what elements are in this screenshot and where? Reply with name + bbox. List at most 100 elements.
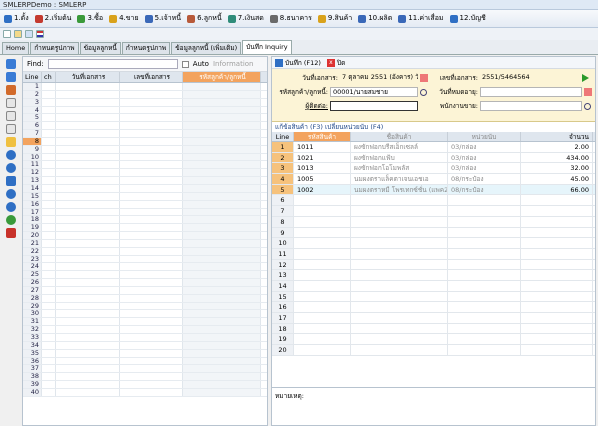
item-row[interactable]: 18: [272, 323, 595, 335]
item-row[interactable]: 14: [272, 280, 595, 292]
tab-4[interactable]: กำหนดรูปภาพ: [121, 42, 171, 54]
table-row[interactable]: 12: [23, 169, 267, 178]
item-row[interactable]: 19: [272, 334, 595, 346]
menu-item-5[interactable]: 5.เจ้าหนี้: [144, 13, 181, 24]
due-date-field[interactable]: [480, 87, 582, 97]
item-row[interactable]: 16: [272, 302, 595, 313]
table-row[interactable]: 33: [23, 333, 267, 342]
item-row[interactable]: 11: [272, 248, 595, 260]
item-row[interactable]: 13: [272, 270, 595, 281]
menu-item-6[interactable]: 6.ลูกหนี้: [187, 13, 222, 24]
menu-item-2[interactable]: 2.เริ่มต้น: [34, 13, 71, 24]
tab-3[interactable]: ข้อมูลลูกหนี้: [79, 42, 121, 54]
table-row[interactable]: 2: [23, 90, 267, 99]
table-row[interactable]: 38: [23, 373, 267, 382]
menu-item-7[interactable]: 7.เงินสด: [227, 13, 264, 24]
item-actions[interactable]: แก้ข้อสินค้า (F3) เปลี่ยนหน่วยนับ (F4): [272, 122, 595, 132]
col-doc-no[interactable]: เลขที่เอกสาร: [120, 72, 183, 82]
new-doc-icon[interactable]: [3, 30, 11, 38]
item-row[interactable]: 15: [272, 291, 595, 303]
menu-item-10[interactable]: 10.ผลิต: [358, 13, 392, 24]
table-row[interactable]: 9: [23, 145, 267, 154]
tab-5[interactable]: ข้อมูลลูกหนี้ (เพิ่มเติม): [171, 42, 242, 54]
forward-icon[interactable]: [6, 163, 16, 173]
doc-date-field[interactable]: 7 ตุลาคม 2551 (อังคาร) วันอ: [340, 73, 418, 83]
item-row[interactable]: 20: [272, 345, 595, 356]
save-button[interactable]: บันทึก (F12): [275, 58, 321, 68]
table-row[interactable]: 17: [23, 208, 267, 217]
table-row[interactable]: 36: [23, 357, 267, 366]
item-row[interactable]: 51002นมผงตราหมี โพรเทกซ์ชั่น (แพค2ขั้น)0…: [272, 184, 595, 196]
item-row[interactable]: 12: [272, 259, 595, 271]
col-item-unit[interactable]: หน่วยนับ: [448, 132, 521, 141]
salesperson-search-icon[interactable]: [584, 102, 591, 110]
item-row[interactable]: 10: [272, 238, 595, 249]
table-row[interactable]: 27: [23, 286, 267, 295]
check-icon[interactable]: [6, 215, 16, 225]
menu-item-8[interactable]: 8.ธนาคาร: [269, 13, 312, 24]
edit-icon[interactable]: [6, 137, 16, 147]
menu-item-11[interactable]: 11.ค่าเสื่อม: [398, 13, 444, 24]
col-line[interactable]: Line: [23, 72, 42, 82]
table-row[interactable]: 25: [23, 271, 267, 280]
col-item-name[interactable]: ชื่อสินค้า: [351, 132, 448, 141]
item-row[interactable]: 3 1013 ผงซักฟอกโอโมพลัส 03/กล่อง 32.00: [272, 163, 595, 175]
tab-6[interactable]: บันทึก Inquiry: [242, 40, 292, 54]
menu-item-9[interactable]: 9.สินค้า: [317, 13, 352, 24]
item-row[interactable]: 8: [272, 216, 595, 228]
table-row[interactable]: 29: [23, 302, 267, 311]
table-row[interactable]: 40: [23, 388, 267, 397]
table-row[interactable]: 22: [23, 247, 267, 256]
table-row[interactable]: 23: [23, 255, 267, 264]
table-row[interactable]: 19: [23, 224, 267, 233]
find-input[interactable]: [47, 59, 178, 69]
tab-1[interactable]: Home: [2, 42, 30, 54]
fast-forward-icon[interactable]: [6, 176, 16, 186]
table-row[interactable]: 3: [23, 98, 267, 107]
col-item-qty[interactable]: จำนวน: [521, 132, 593, 141]
menu-item-12[interactable]: 12.บัญชี: [449, 13, 486, 24]
table-row[interactable]: 11: [23, 161, 267, 170]
table-row[interactable]: 28: [23, 294, 267, 303]
remark-area[interactable]: หมายเหตุ:: [272, 387, 595, 425]
table-row[interactable]: 15: [23, 192, 267, 201]
close-button[interactable]: x ปิด: [326, 58, 345, 68]
menu-item-3[interactable]: 3.ซื้อ: [77, 13, 103, 24]
flag-icon[interactable]: [36, 30, 44, 38]
back-icon[interactable]: [6, 150, 16, 160]
item-row[interactable]: 17: [272, 313, 595, 324]
page-icon[interactable]: [6, 124, 16, 134]
auto-checkbox[interactable]: [181, 60, 189, 68]
item-row[interactable]: 2 1021 ผงซักฟอกแฟ้บ 03/กล่อง 434.00: [272, 152, 595, 164]
calendar-icon[interactable]: [420, 74, 428, 82]
run-icon[interactable]: [582, 74, 589, 82]
item-row[interactable]: 7: [272, 206, 595, 217]
table-row[interactable]: 34: [23, 341, 267, 350]
table-row[interactable]: 10: [23, 153, 267, 162]
list-icon[interactable]: [6, 72, 16, 82]
print-icon[interactable]: [6, 85, 16, 95]
copy-icon[interactable]: [6, 111, 16, 121]
table-row[interactable]: 18: [23, 216, 267, 225]
window-icon[interactable]: [25, 30, 33, 38]
table-row[interactable]: 24: [23, 263, 267, 272]
tab-2[interactable]: กำหนดรูปภาพ: [30, 42, 79, 54]
table-row[interactable]: 7: [23, 129, 267, 138]
item-row[interactable]: 4 1005 นมผงตราแล็คตาเจนเอชเอ 08/กระป๋อง 45.0…: [272, 174, 595, 185]
open-folder-icon[interactable]: [14, 30, 22, 38]
contact-field[interactable]: [330, 101, 418, 111]
item-row[interactable]: 1 1011 ผงซักฟอกบรีสเอ็กเซลล์ 03/กล่อง 2.00: [272, 142, 595, 153]
doc-no-field[interactable]: 2551/5464564: [480, 73, 580, 83]
customer-field[interactable]: 00001/นายสมชาย: [330, 87, 418, 97]
table-row[interactable]: 1: [23, 82, 267, 91]
table-row[interactable]: 30: [23, 310, 267, 319]
menu-item-4[interactable]: 4.ขาย: [109, 13, 139, 24]
table-row[interactable]: 14: [23, 184, 267, 193]
col-doc-date[interactable]: วันที่เอกสาร: [56, 72, 120, 82]
table-row[interactable]: 4: [23, 106, 267, 115]
up-icon[interactable]: [6, 189, 16, 199]
salesperson-field[interactable]: [480, 101, 582, 111]
table-row[interactable]: 16: [23, 200, 267, 209]
due-calendar-icon[interactable]: [584, 88, 592, 96]
col-item-code[interactable]: รหัสสินค้า: [294, 132, 351, 141]
